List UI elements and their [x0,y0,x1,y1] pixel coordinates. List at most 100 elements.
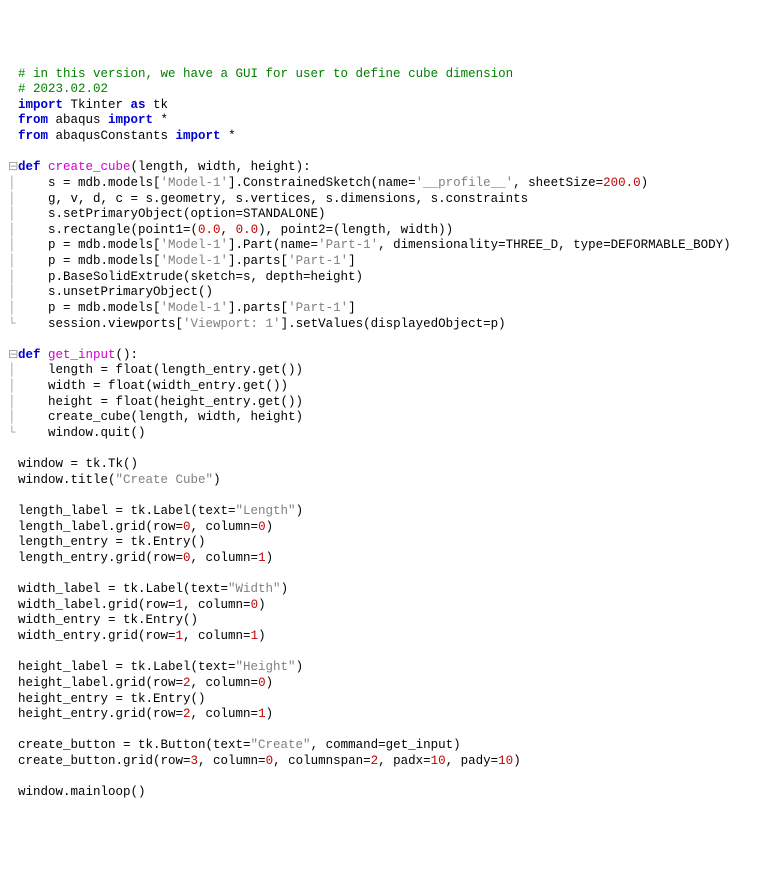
code-text: # in this version, we have a GUI for use… [18,67,513,81]
code-line[interactable] [8,332,752,348]
code-line[interactable]: │ p = mdb.models['Model-1'].Part(name='P… [8,238,752,254]
fold-gutter [8,473,18,489]
code-line[interactable]: height_label = tk.Label(text="Height") [8,660,752,676]
fold-gutter [8,67,18,83]
code-line[interactable]: └ window.quit() [8,426,752,442]
code-text: p.BaseSolidExtrude(sketch=s, depth=heigh… [18,270,363,284]
code-text: from abaqusConstants import * [18,129,236,143]
code-line[interactable]: │ width = float(width_entry.get()) [8,379,752,395]
fold-gutter [8,754,18,770]
fold-gutter [8,82,18,98]
code-text: height_label.grid(row=2, column=0) [18,676,273,690]
fold-gutter: │ [8,176,18,192]
fold-toggle-icon[interactable]: ⊟ [8,348,18,364]
code-line[interactable]: │ length = float(length_entry.get()) [8,363,752,379]
code-line[interactable]: length_label.grid(row=0, column=0) [8,520,752,536]
code-line[interactable]: length_entry = tk.Entry() [8,535,752,551]
code-line[interactable]: height_entry = tk.Entry() [8,692,752,708]
code-text: from abaqus import * [18,113,168,127]
code-line[interactable]: import Tkinter as tk [8,98,752,114]
code-line[interactable]: │ s.rectangle(point1=(0.0, 0.0), point2=… [8,223,752,239]
code-line[interactable]: │ s.setPrimaryObject(option=STANDALONE) [8,207,752,223]
code-line[interactable]: │ p = mdb.models['Model-1'].parts['Part-… [8,301,752,317]
code-line[interactable] [8,567,752,583]
code-line[interactable]: window = tk.Tk() [8,457,752,473]
code-line[interactable]: │ s.unsetPrimaryObject() [8,285,752,301]
code-line[interactable]: │ create_cube(length, width, height) [8,410,752,426]
code-text: g, v, d, c = s.geometry, s.vertices, s.d… [18,192,528,206]
code-line[interactable]: │ s = mdb.models['Model-1'].ConstrainedS… [8,176,752,192]
code-text: # 2023.02.02 [18,82,108,96]
fold-gutter: └ [8,426,18,442]
code-line[interactable]: window.mainloop() [8,785,752,801]
code-text: height_entry = tk.Entry() [18,692,206,706]
fold-gutter [8,551,18,567]
code-line[interactable] [8,770,752,786]
fold-gutter [8,629,18,645]
fold-gutter [8,145,18,161]
code-text: width_entry.grid(row=1, column=1) [18,629,266,643]
fold-gutter: └ [8,317,18,333]
fold-gutter [8,535,18,551]
code-line[interactable]: width_label.grid(row=1, column=0) [8,598,752,614]
code-text: def create_cube(length, width, height): [18,160,311,174]
fold-toggle-icon[interactable]: ⊟ [8,160,18,176]
code-line[interactable]: from abaqusConstants import * [8,129,752,145]
code-editor[interactable]: # in this version, we have a GUI for use… [8,67,752,801]
code-text: s = mdb.models['Model-1'].ConstrainedSke… [18,176,648,190]
code-line[interactable]: width_entry.grid(row=1, column=1) [8,629,752,645]
code-line[interactable]: width_entry = tk.Entry() [8,613,752,629]
fold-gutter: │ [8,270,18,286]
fold-gutter [8,676,18,692]
fold-gutter: │ [8,207,18,223]
fold-gutter: │ [8,223,18,239]
code-text: length_entry = tk.Entry() [18,535,206,549]
code-line[interactable]: from abaqus import * [8,113,752,129]
code-line[interactable]: width_label = tk.Label(text="Width") [8,582,752,598]
code-line[interactable] [8,442,752,458]
code-text: s.unsetPrimaryObject() [18,285,213,299]
fold-gutter [8,785,18,801]
code-line[interactable]: │ height = float(height_entry.get()) [8,395,752,411]
fold-gutter [8,332,18,348]
fold-gutter [8,442,18,458]
fold-gutter: │ [8,395,18,411]
code-text: window.title("Create Cube") [18,473,221,487]
fold-gutter: │ [8,238,18,254]
fold-gutter [8,692,18,708]
fold-gutter [8,723,18,739]
fold-gutter [8,488,18,504]
code-line[interactable]: └ session.viewports['Viewport: 1'].setVa… [8,317,752,333]
code-line[interactable]: window.title("Create Cube") [8,473,752,489]
code-line[interactable]: # 2023.02.02 [8,82,752,98]
code-line[interactable]: │ g, v, d, c = s.geometry, s.vertices, s… [8,192,752,208]
fold-gutter [8,738,18,754]
code-line[interactable]: height_entry.grid(row=2, column=1) [8,707,752,723]
code-text: length_label.grid(row=0, column=0) [18,520,273,534]
code-line[interactable]: length_entry.grid(row=0, column=1) [8,551,752,567]
code-line[interactable] [8,723,752,739]
code-line[interactable]: length_label = tk.Label(text="Length") [8,504,752,520]
code-line[interactable] [8,645,752,661]
fold-gutter: │ [8,254,18,270]
code-line[interactable]: height_label.grid(row=2, column=0) [8,676,752,692]
fold-gutter: │ [8,285,18,301]
fold-gutter: │ [8,301,18,317]
code-text: create_button = tk.Button(text="Create",… [18,738,461,752]
code-text: window.quit() [18,426,146,440]
code-line[interactable]: │ p = mdb.models['Model-1'].parts['Part-… [8,254,752,270]
code-line[interactable]: # in this version, we have a GUI for use… [8,67,752,83]
code-line[interactable] [8,145,752,161]
fold-gutter [8,660,18,676]
code-line[interactable]: create_button.grid(row=3, column=0, colu… [8,754,752,770]
code-line[interactable]: ⊟def get_input(): [8,348,752,364]
code-line[interactable]: ⊟def create_cube(length, width, height): [8,160,752,176]
fold-gutter: │ [8,363,18,379]
code-line[interactable]: │ p.BaseSolidExtrude(sketch=s, depth=hei… [8,270,752,286]
code-text: import Tkinter as tk [18,98,168,112]
fold-gutter [8,98,18,114]
code-line[interactable] [8,488,752,504]
fold-gutter [8,129,18,145]
code-line[interactable]: create_button = tk.Button(text="Create",… [8,738,752,754]
fold-gutter [8,770,18,786]
